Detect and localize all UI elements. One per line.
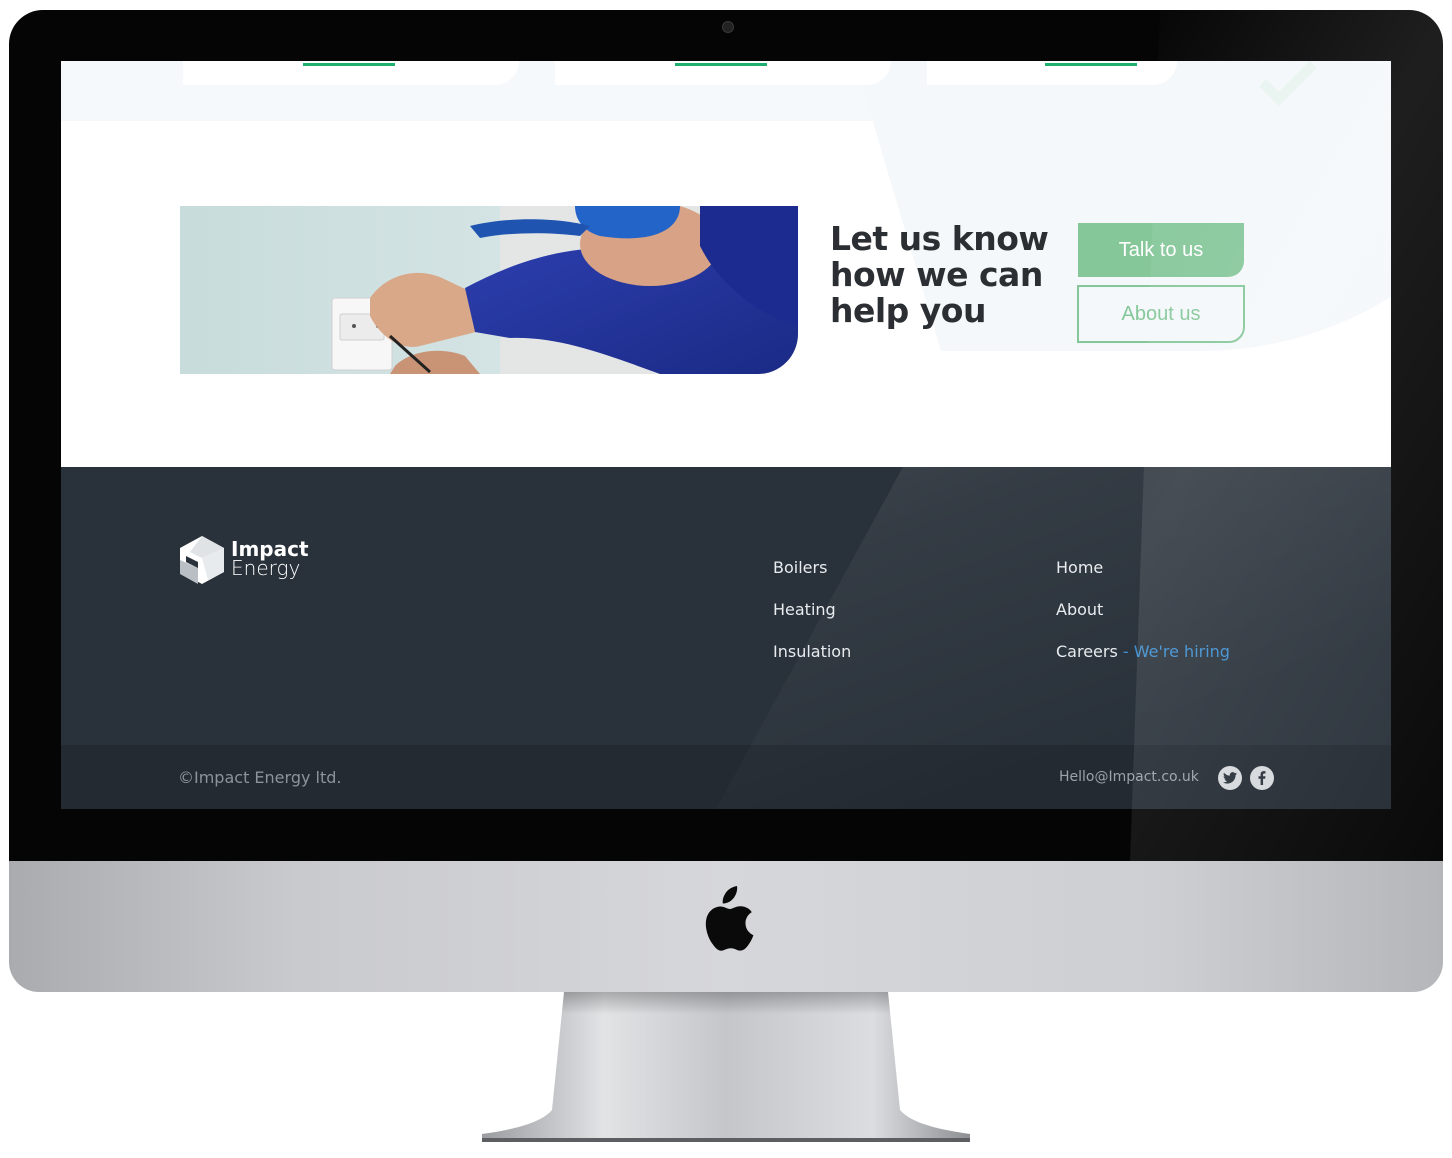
footer-link-home[interactable]: Home bbox=[1056, 558, 1103, 577]
footer-link-about[interactable]: About bbox=[1056, 600, 1103, 619]
cta-heading-line: how we can bbox=[830, 255, 1043, 294]
cta-heading-line: help you bbox=[830, 291, 986, 330]
electrician-photo bbox=[180, 206, 798, 374]
careers-separator: - bbox=[1117, 642, 1134, 661]
cta-heading-line: Let us know bbox=[830, 219, 1049, 258]
impact-energy-logo-icon[interactable] bbox=[178, 534, 226, 584]
about-us-button[interactable]: About us bbox=[1077, 285, 1245, 343]
webcam-icon bbox=[722, 21, 734, 33]
rating-bar bbox=[1045, 63, 1137, 66]
brand-name-sub[interactable]: Energy bbox=[231, 557, 300, 579]
website-screen: Let us know how we can help you Talk to … bbox=[61, 61, 1391, 809]
feature-card bbox=[555, 61, 891, 85]
were-hiring-link[interactable]: We're hiring bbox=[1134, 642, 1230, 661]
twitter-icon[interactable] bbox=[1218, 766, 1242, 790]
copyright-text: ©Impact Energy ltd. bbox=[178, 768, 342, 787]
feature-card bbox=[183, 61, 519, 85]
email-link[interactable]: Hello@Impact.co.uk bbox=[1059, 769, 1199, 785]
footer-link-careers-row: Careers - We're hiring bbox=[1056, 642, 1230, 661]
facebook-icon[interactable] bbox=[1250, 766, 1274, 790]
footer-link-careers[interactable]: Careers bbox=[1056, 642, 1118, 661]
footer-link-boilers[interactable]: Boilers bbox=[773, 558, 827, 577]
apple-logo-icon bbox=[705, 886, 754, 951]
cta-heading: Let us know how we can help you bbox=[830, 221, 1070, 329]
talk-to-us-button[interactable]: Talk to us bbox=[1078, 223, 1244, 277]
rating-bar bbox=[303, 63, 395, 66]
imac-stand bbox=[482, 992, 970, 1142]
rating-bar bbox=[675, 63, 767, 66]
footer bbox=[61, 467, 1391, 745]
footer-link-insulation[interactable]: Insulation bbox=[773, 642, 851, 661]
feature-card bbox=[927, 61, 1177, 85]
footer-link-heating[interactable]: Heating bbox=[773, 600, 836, 619]
